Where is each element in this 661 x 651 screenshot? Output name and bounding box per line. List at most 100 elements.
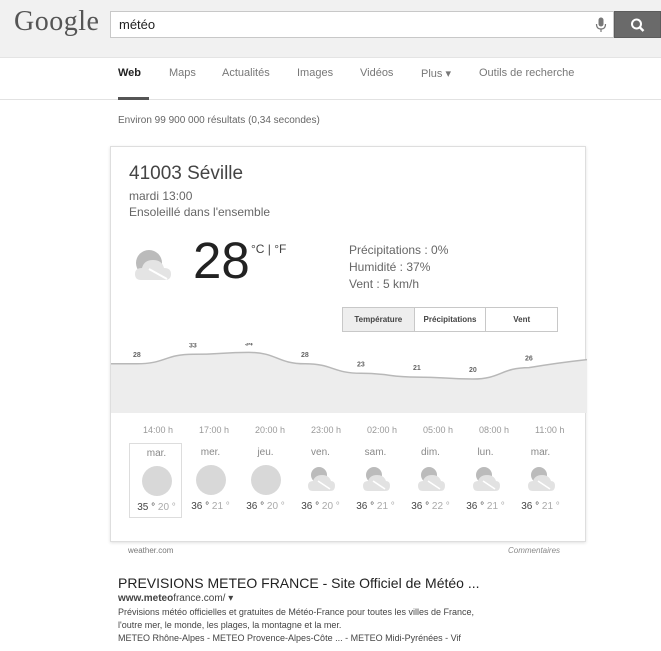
chart-time-label: 05:00 h <box>423 425 454 435</box>
forecast-day[interactable]: ven. 36 ° 20 ° <box>294 443 347 518</box>
forecast-day[interactable]: sam. 36 ° 21 ° <box>349 443 402 518</box>
forecast-high: 36 ° <box>466 501 485 512</box>
chart-time-label: 08:00 h <box>479 425 510 435</box>
chart-time-axis: 14:00 h 17:00 h 20:00 h 23:00 h 02:00 h 05:00… <box>111 425 587 439</box>
chart-time-label: 14:00 h <box>143 425 174 435</box>
weather-condition: Ensoleillé dans l'ensemble <box>129 205 271 219</box>
forecast-day-name: mer. <box>200 447 221 458</box>
unit-toggle[interactable]: °C | °F <box>251 242 286 256</box>
chart-time-label: 23:00 h <box>311 425 342 435</box>
result-snippet-line: l'outre mer, le monde, les plages, la mo… <box>118 620 342 630</box>
forecast-temps: 35 ° 20 ° <box>130 502 183 513</box>
search-tabs: Web Maps Actualités Images Vidéos Plus ▾… <box>0 58 661 100</box>
forecast-day-name: lun. <box>477 447 494 458</box>
temperature-data-label: 23 <box>357 361 365 368</box>
wind-detail: Vent : 5 km/h <box>349 277 420 291</box>
microphone-icon[interactable] <box>595 17 607 33</box>
sun-icon <box>194 463 228 502</box>
temperature-chart: 28 33 34 28 23 21 20 26 <box>111 343 587 413</box>
forecast-low: 22 ° <box>431 501 450 512</box>
chart-time-label: 11:00 h <box>535 425 565 435</box>
current-temperature: 28 <box>193 232 250 289</box>
partly-cloudy-icon <box>135 250 171 280</box>
forecast-high: 36 ° <box>411 501 430 512</box>
forecast-high: 36 ° <box>301 501 320 512</box>
temperature-area <box>111 352 587 413</box>
forecast-day-name: mar. <box>146 448 167 459</box>
weather-card: 41003 Séville mardi 13:00 Ensoleillé dan… <box>110 146 587 542</box>
forecast-day[interactable]: jeu. 36 ° 20 ° <box>239 443 292 518</box>
result-url: www.meteofrance.com/ ▾ <box>118 593 233 604</box>
forecast-temps: 36 ° 21 ° <box>184 501 237 512</box>
chart-mode-buttons: Température Précipitations Vent <box>342 307 558 332</box>
forecast-day[interactable]: mar. 35 ° 20 ° <box>129 443 182 518</box>
partly-cloudy-icon <box>304 463 338 502</box>
partly-cloudy-icon <box>414 463 448 502</box>
tab-news[interactable]: Actualités <box>222 67 270 79</box>
tab-more[interactable]: Plus ▾ <box>421 67 451 80</box>
forecast-temps: 36 ° 20 ° <box>294 501 347 512</box>
forecast-low: 21 ° <box>376 501 395 512</box>
search-button[interactable] <box>614 11 661 38</box>
forecast-day[interactable]: mer. 36 ° 21 ° <box>184 443 237 518</box>
wind-button[interactable]: Vent <box>485 308 557 331</box>
temperature-data-label: 34 <box>245 343 253 347</box>
caret-down-icon: ▾ <box>445 68 451 80</box>
forecast-day[interactable]: mar. 36 ° 21 ° <box>514 443 567 518</box>
weather-source-link[interactable]: weather.com <box>128 546 173 555</box>
result-snippet-line[interactable]: METEO Rhône-Alpes - METEO Provence-Alpes… <box>118 633 461 643</box>
tab-search-tools[interactable]: Outils de recherche <box>479 67 574 79</box>
forecast-low: 21 ° <box>486 501 505 512</box>
weather-datetime: mardi 13:00 <box>129 189 193 203</box>
tab-videos[interactable]: Vidéos <box>360 67 393 79</box>
forecast-temps: 36 ° 21 ° <box>459 501 512 512</box>
search-box[interactable] <box>110 11 614 38</box>
tab-maps[interactable]: Maps <box>169 67 196 79</box>
forecast-temps: 36 ° 22 ° <box>404 501 457 512</box>
forecast-day-name: mar. <box>530 447 551 458</box>
precipitation-detail: Précipitations : 0% <box>349 243 449 257</box>
partly-cloudy-icon <box>524 463 558 502</box>
search-input[interactable] <box>111 12 581 37</box>
forecast-low: 20 ° <box>266 501 285 512</box>
caret-down-icon[interactable]: ▾ <box>228 593 233 604</box>
temperature-data-label: 20 <box>469 367 477 374</box>
result-stats: Environ 99 900 000 résultats (0,34 secon… <box>118 115 320 126</box>
forecast-day-name: jeu. <box>257 447 274 458</box>
forecast-high: 36 ° <box>356 501 375 512</box>
result-url-bold: www.meteo <box>118 593 174 604</box>
forecast-day-name: dim. <box>421 447 440 458</box>
sun-icon <box>140 464 174 503</box>
temperature-button[interactable]: Température <box>343 308 414 331</box>
forecast-low: 21 ° <box>211 501 230 512</box>
search-icon <box>631 18 645 32</box>
temperature-data-label: 33 <box>189 343 197 349</box>
forecast-low: 20 ° <box>321 501 340 512</box>
forecast-temps: 36 ° 21 ° <box>514 501 567 512</box>
forecast-temps: 36 ° 21 ° <box>349 501 402 512</box>
forecast-temps: 36 ° 20 ° <box>239 501 292 512</box>
feedback-link[interactable]: Commentaires <box>508 546 560 555</box>
partly-cloudy-icon <box>469 463 503 502</box>
weather-location: 41003 Séville <box>129 163 244 184</box>
chart-time-label: 02:00 h <box>367 425 398 435</box>
partly-cloudy-icon <box>359 463 393 502</box>
active-tab-indicator <box>118 97 149 100</box>
temperature-data-label: 21 <box>413 365 421 372</box>
forecast-high: 36 ° <box>521 501 540 512</box>
forecast-day[interactable]: lun. 36 ° 21 ° <box>459 443 512 518</box>
google-logo[interactable]: Google <box>14 6 99 38</box>
forecast-low: 20 ° <box>157 502 176 513</box>
forecast-day-name: sam. <box>364 447 387 458</box>
tab-web[interactable]: Web <box>118 67 141 79</box>
forecast-high: 35 ° <box>137 502 156 513</box>
precipitation-button[interactable]: Précipitations <box>413 308 486 331</box>
result-snippet-line: Prévisions météo officielles et gratuite… <box>118 607 475 617</box>
forecast-low: 21 ° <box>541 501 560 512</box>
tab-images[interactable]: Images <box>297 67 333 79</box>
result-title-link[interactable]: PREVISIONS METEO FRANCE - Site Officiel … <box>118 575 480 591</box>
sun-icon <box>249 463 283 502</box>
forecast-day[interactable]: dim. 36 ° 22 ° <box>404 443 457 518</box>
result-url-rest: france.com/ <box>173 593 226 604</box>
temperature-data-label: 28 <box>301 352 309 359</box>
